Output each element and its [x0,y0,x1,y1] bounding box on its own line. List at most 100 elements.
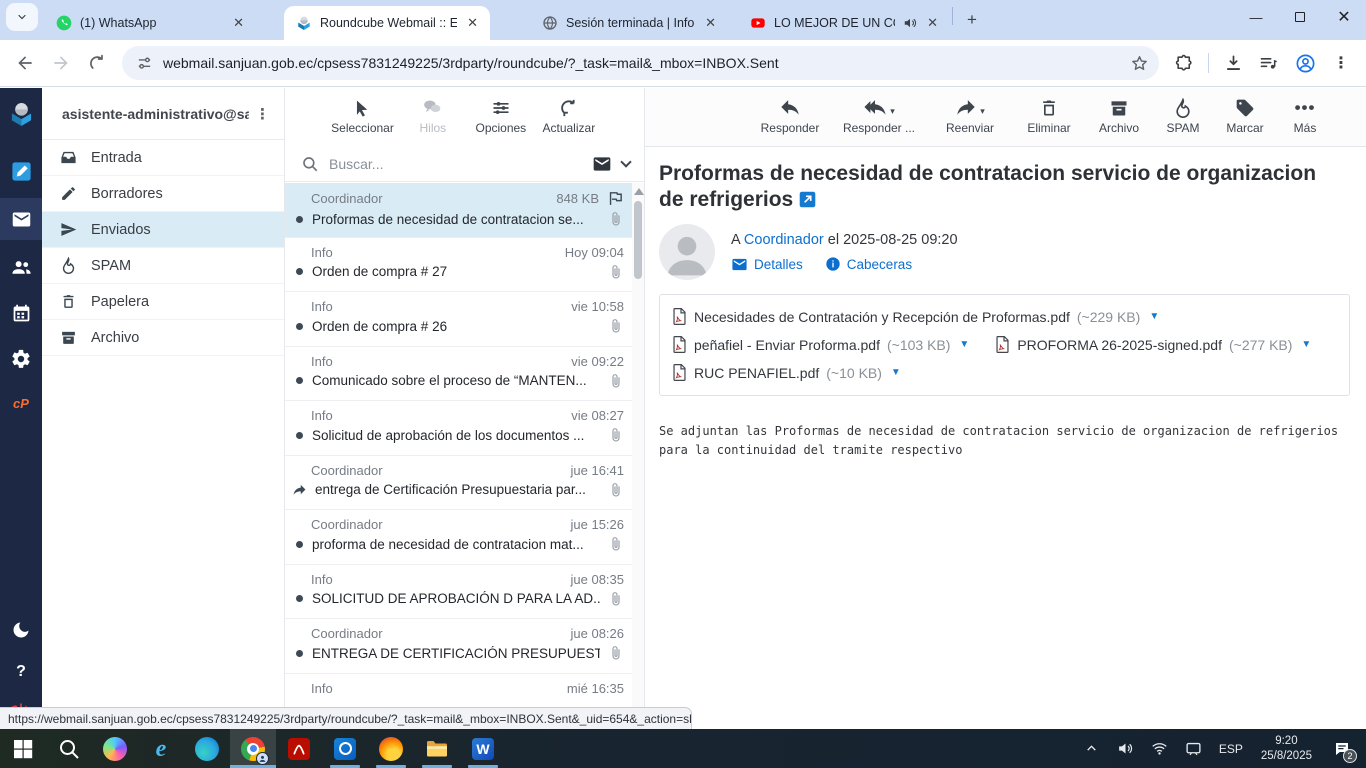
folder-spam[interactable]: SPAM [42,248,284,284]
taskbar-clock[interactable]: 9:20 25/8/2025 [1253,734,1320,764]
connect-display-button[interactable] [1179,729,1209,768]
message-list-item[interactable]: Coordinador jue 16:41 entrega de Certific… [285,456,632,510]
tab-close-icon[interactable]: ✕ [231,15,246,31]
restore-button[interactable] [1278,0,1322,34]
search-scope-mail-icon[interactable] [592,154,612,174]
extensions-button[interactable] [1169,48,1199,78]
tab-close-icon[interactable]: ✕ [703,15,718,31]
scroll-up-arrow[interactable] [634,188,644,195]
chrome-button[interactable] [230,729,276,768]
spam-button[interactable]: SPAM [1161,96,1205,135]
list-scrollbar[interactable] [632,183,644,729]
firefox-button[interactable] [368,729,414,768]
word-button[interactable]: W [460,729,506,768]
message-list-item[interactable]: Info vie 10:58 Orden de compra # 26 [285,292,632,347]
minimize-button[interactable]: — [1234,0,1278,34]
open-in-new-window-icon[interactable] [799,191,816,208]
url-text[interactable]: webmail.sanjuan.gob.ec/cpsess7831249225/… [163,55,1120,71]
reload-button[interactable] [82,48,112,78]
rail-settings-button[interactable] [0,338,42,380]
flag-icon[interactable] [607,190,624,207]
help-button[interactable]: ? [0,651,42,693]
language-indicator[interactable]: ESP [1213,742,1249,756]
copilot-button[interactable] [92,729,138,768]
roundcube-logo[interactable] [0,88,42,138]
details-toggle[interactable]: Detalles [731,256,803,273]
headers-toggle[interactable]: Cabeceras [825,256,912,273]
address-bar[interactable]: webmail.sanjuan.gob.ec/cpsess7831249225/… [122,46,1159,80]
search-options-chevron-icon[interactable] [620,155,632,168]
outlook-button[interactable] [322,729,368,768]
volume-button[interactable] [1111,729,1141,768]
forward-caret-icon[interactable]: ▾ [980,107,985,116]
tab-close-icon[interactable]: ✕ [465,15,480,31]
site-settings-icon[interactable] [136,55,153,72]
tab-roundcube[interactable]: Roundcube Webmail :: Enviados ✕ [284,6,490,40]
dark-mode-button[interactable] [0,609,42,651]
attachment-item[interactable]: RUC PENAFIEL.pdf (~10 KB) ▼ [672,364,901,381]
select-button[interactable]: Seleccionar [331,96,394,135]
close-button[interactable]: ✕ [1322,0,1366,34]
search-bar[interactable]: Buscar... [285,146,644,182]
folder-archive[interactable]: Archivo [42,320,284,356]
folder-trash[interactable]: Papelera [42,284,284,320]
reply-button[interactable]: Responder [757,96,823,135]
forward-button[interactable] [46,48,76,78]
mark-button[interactable]: Marcar [1221,96,1269,135]
refresh-button[interactable]: Actualizar [540,96,598,135]
attachment-item[interactable]: peñafiel - Enviar Proforma.pdf (~103 KB)… [672,336,969,353]
attachment-menu-caret-icon[interactable]: ▼ [891,367,901,378]
rail-cpanel-button[interactable]: cP [0,382,42,424]
downloads-button[interactable] [1218,48,1248,78]
folder-sent[interactable]: Enviados [42,212,284,248]
back-button[interactable] [10,48,40,78]
tray-expand-button[interactable] [1077,729,1107,768]
message-list-item[interactable]: Info vie 09:22 Comunicado sobre el proces… [285,347,632,401]
message-list-item[interactable]: Info vie 08:27 Solicitud de aprobación de… [285,401,632,456]
attachment-item[interactable]: Necesidades de Contratación y Recepción … [672,308,1159,325]
attachment-menu-caret-icon[interactable]: ▼ [1301,339,1311,350]
wifi-button[interactable] [1145,729,1175,768]
bookmark-star-icon[interactable] [1130,54,1149,73]
options-button[interactable]: Opciones [472,96,530,135]
file-explorer-button[interactable] [414,729,460,768]
reply-all-caret-icon[interactable]: ▾ [890,107,895,116]
reply-all-button[interactable]: ▾ Responder ... [839,96,919,135]
tab-close-icon[interactable]: ✕ [925,15,940,31]
tab-session[interactable]: Sesión terminada | Informes Me ✕ [530,6,728,40]
attachment-item[interactable]: PROFORMA 26-2025-signed.pdf (~277 KB) ▼ [995,336,1311,353]
more-button[interactable]: ••• Más [1285,96,1325,135]
browser-menu-button[interactable]: ⋮ [1326,48,1356,78]
tab-audio-icon[interactable] [903,16,917,30]
message-list-item[interactable]: Coordinador jue 08:26 ENTREGA DE CERTIFIC… [285,619,632,674]
start-button[interactable] [0,729,46,768]
new-tab-button[interactable]: + [959,7,985,33]
media-controls-button[interactable] [1254,48,1284,78]
tab-youtube[interactable]: LO MEJOR DE UN CORAZÓ ✕ [738,6,950,40]
scrollbar-thumb[interactable] [634,201,642,279]
folder-inbox[interactable]: Entrada [42,140,284,176]
acrobat-button[interactable] [276,729,322,768]
tab-search-button[interactable] [6,3,38,31]
message-list-item[interactable]: Coordinador 848 KB Proformas de necesida… [285,183,632,238]
rail-mail-button[interactable] [0,198,42,240]
delete-button[interactable]: Eliminar [1021,96,1077,135]
message-list-item[interactable]: Info Hoy 09:04 Orden de compra # 27 [285,238,632,292]
message-list-item[interactable]: Info jue 08:35 SOLICITUD DE APROBACIÓN D … [285,565,632,619]
folder-menu-icon[interactable]: ⋮ [249,105,276,123]
compose-button[interactable] [0,150,42,192]
internet-explorer-button[interactable]: e [138,729,184,768]
tab-whatsapp[interactable]: (1) WhatsApp ✕ [44,6,256,40]
threads-button[interactable]: Hilos [404,96,462,135]
profile-button[interactable] [1290,48,1320,78]
rail-contacts-button[interactable] [0,246,42,288]
folder-drafts[interactable]: Borradores [42,176,284,212]
attachment-menu-caret-icon[interactable]: ▼ [1149,311,1159,322]
action-center-button[interactable]: 2 [1324,729,1360,768]
attachment-menu-caret-icon[interactable]: ▼ [959,339,969,350]
forward-button-mail[interactable]: ▾ Reenviar [935,96,1005,135]
taskbar-search-button[interactable] [46,729,92,768]
rail-calendar-button[interactable] [0,292,42,334]
recipient-link[interactable]: Coordinador [744,232,824,248]
edge-button[interactable] [184,729,230,768]
